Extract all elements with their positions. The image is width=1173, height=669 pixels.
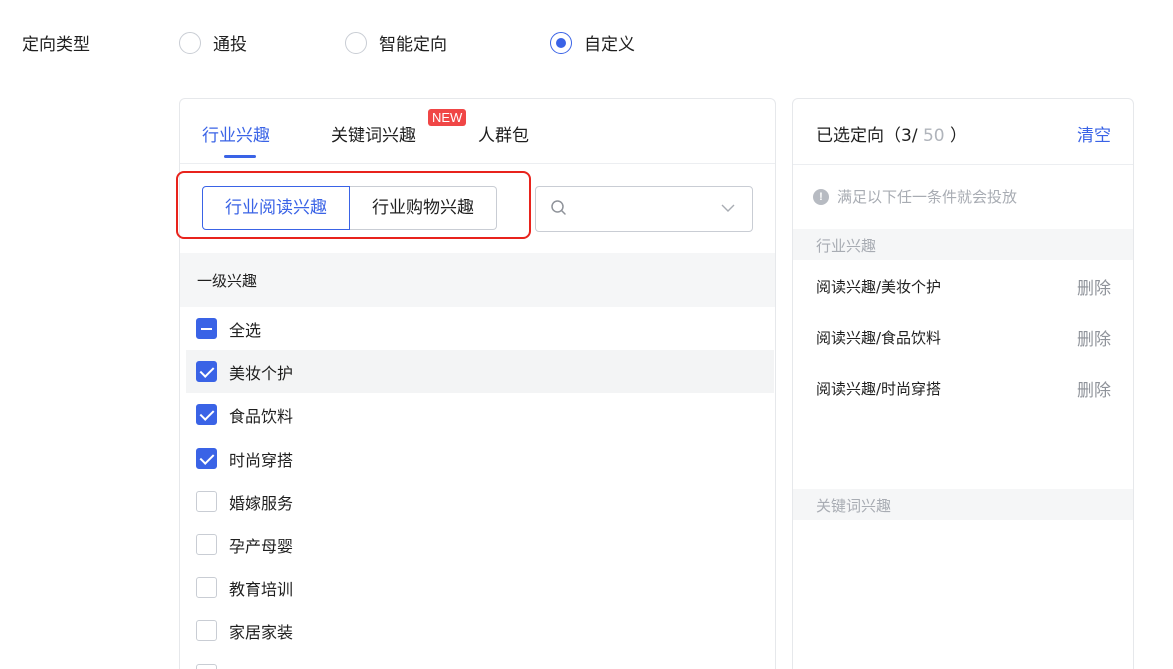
radio-circle-selected[interactable] [550, 31, 572, 54]
interest-type-segmented-control: 行业阅读兴趣 行业购物兴趣 [202, 186, 497, 230]
radio-label: 智能定向 [379, 35, 447, 55]
selected-item-name: 阅读兴趣/食品饮料 [816, 329, 942, 347]
checkbox-unchecked[interactable] [196, 534, 217, 555]
chevron-down-icon [721, 204, 735, 212]
selected-targeting-panel: 已选定向（3/ 50 ） 清空 ! 满足以下任一条件就会投放 行业兴趣 阅读兴趣… [792, 98, 1134, 669]
checkbox-unchecked[interactable] [196, 664, 217, 669]
interest-tabs: 行业兴趣 关键词兴趣 NEW 人群包 [180, 99, 775, 164]
tab-audience-package[interactable]: 人群包 [478, 121, 529, 146]
notice-text: 满足以下任一条件就会投放 [837, 188, 1018, 206]
checkbox-label: 全选 [229, 320, 262, 340]
checkbox-item-partial[interactable] [186, 653, 774, 669]
radio-circle[interactable] [179, 31, 201, 54]
targeting-type-row: 定向类型 通投 智能定向 自定义 [0, 0, 1173, 80]
selected-count-title: 已选定向（3/ 50 ） [816, 121, 967, 146]
selected-item-name: 阅读兴趣/美妆个护 [816, 278, 942, 296]
segment-shopping-interest[interactable]: 行业购物兴趣 [350, 186, 497, 230]
active-tab-indicator [224, 155, 256, 158]
selected-panel-header: 已选定向（3/ 50 ） 清空 [793, 99, 1133, 165]
interest-selector-panel: 行业兴趣 关键词兴趣 NEW 人群包 行业阅读兴趣 行业购物兴趣 一级兴趣 全选… [176, 98, 776, 669]
title-suffix: ） [944, 126, 967, 146]
title-prefix: 已选定向（3/ [816, 126, 918, 146]
list-header: 一级兴趣 [180, 253, 775, 307]
checkbox-unchecked[interactable] [196, 620, 217, 641]
checkbox-select-all[interactable]: 全选 [186, 307, 774, 350]
checkbox-unchecked[interactable] [196, 577, 217, 598]
checkbox-item[interactable]: 婚嫁服务 [186, 480, 774, 523]
selected-item: 阅读兴趣/美妆个护 删除 [793, 272, 1133, 302]
section-keyword-interest: 关键词兴趣 [793, 489, 1133, 520]
radio-label: 通投 [213, 35, 247, 55]
checkbox-label: 婚嫁服务 [229, 493, 294, 513]
radio-label: 自定义 [584, 35, 635, 55]
radio-broad[interactable]: 通投 [179, 30, 247, 55]
checkbox-item[interactable]: 孕产母婴 [186, 523, 774, 566]
delete-button[interactable]: 删除 [1077, 376, 1111, 401]
clear-button[interactable]: 清空 [1077, 121, 1111, 146]
tab-industry-interest[interactable]: 行业兴趣 [202, 121, 270, 146]
list-header-title: 一级兴趣 [197, 272, 258, 290]
segment-reading-interest[interactable]: 行业阅读兴趣 [202, 186, 350, 230]
targeting-type-label: 定向类型 [22, 35, 90, 55]
checkbox-item[interactable]: 食品饮料 [186, 393, 774, 436]
delete-button[interactable]: 删除 [1077, 274, 1111, 299]
section-industry-interest: 行业兴趣 [793, 229, 1133, 260]
new-badge: NEW [428, 109, 467, 126]
checkbox-label: 孕产母婴 [229, 536, 294, 556]
checkbox-label: 家居家装 [229, 622, 294, 642]
section-title: 行业兴趣 [816, 237, 877, 255]
checkbox-label: 美妆个护 [229, 363, 294, 383]
notice: ! 满足以下任一条件就会投放 [813, 186, 1017, 207]
checkbox-item[interactable]: 家居家装 [186, 609, 774, 652]
selected-item: 阅读兴趣/时尚穿搭 删除 [793, 374, 1133, 404]
delete-button[interactable]: 删除 [1077, 325, 1111, 350]
selected-item-name: 阅读兴趣/时尚穿搭 [816, 380, 942, 398]
search-icon [551, 200, 566, 215]
radio-smart[interactable]: 智能定向 [345, 30, 447, 55]
tab-keyword-interest[interactable]: 关键词兴趣 [331, 121, 416, 146]
checkbox-checked[interactable] [196, 448, 217, 469]
checkbox-label: 食品饮料 [229, 406, 294, 426]
checkbox-checked[interactable] [196, 404, 217, 425]
radio-custom[interactable]: 自定义 [550, 30, 635, 55]
checkbox-item[interactable]: 教育培训 [186, 566, 774, 609]
checkbox-label: 时尚穿搭 [229, 450, 294, 470]
checkbox-checked[interactable] [196, 361, 217, 382]
checkbox-indeterminate[interactable] [196, 318, 217, 339]
checkbox-item[interactable]: 美妆个护 [186, 350, 774, 393]
checkbox-item[interactable]: 时尚穿搭 [186, 437, 774, 480]
section-title: 关键词兴趣 [816, 497, 892, 515]
radio-circle[interactable] [345, 31, 367, 54]
search-select[interactable] [535, 186, 753, 232]
checkbox-label: 教育培训 [229, 579, 294, 599]
checkbox-unchecked[interactable] [196, 491, 217, 512]
info-icon: ! [813, 188, 829, 205]
selected-item: 阅读兴趣/食品饮料 删除 [793, 323, 1133, 353]
title-max: 50 [917, 126, 945, 146]
